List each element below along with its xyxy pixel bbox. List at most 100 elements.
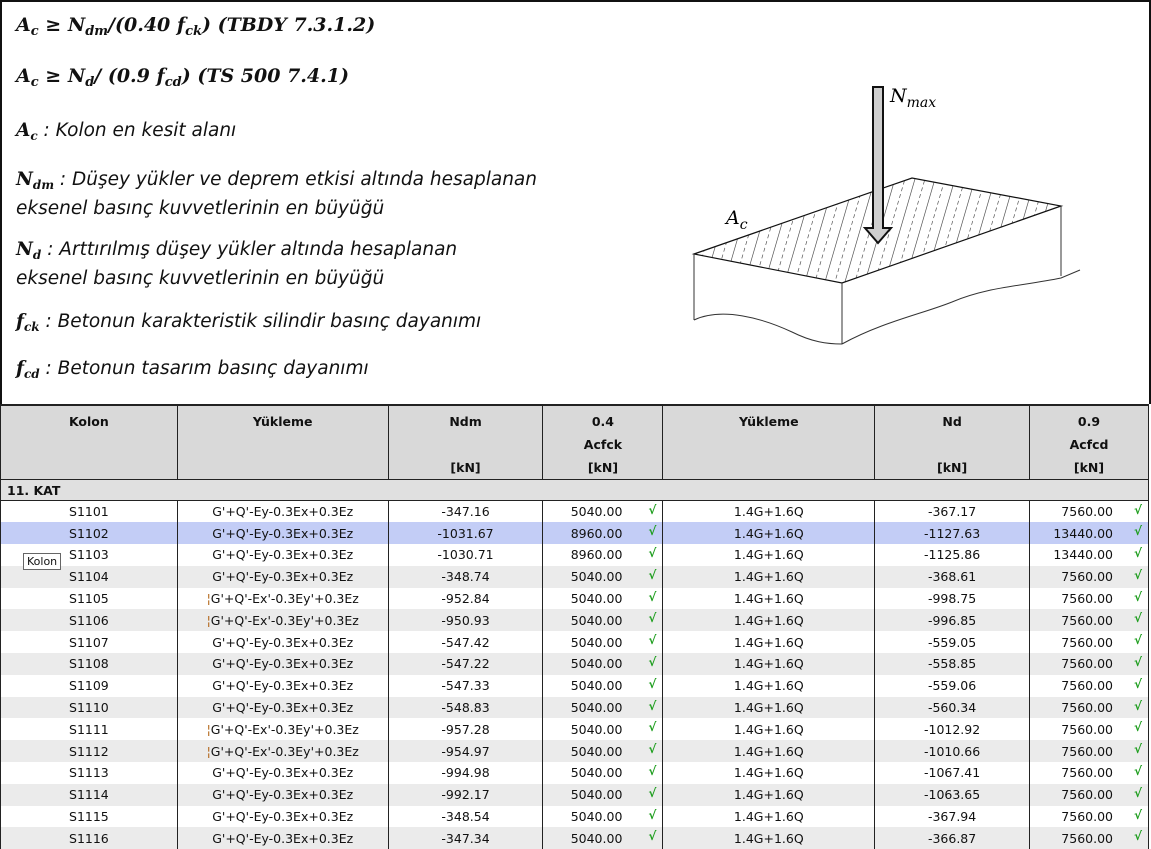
cell: -347.34 <box>387 827 544 849</box>
capacity-value: 7560.00 <box>1061 678 1113 694</box>
cell-text: G'+Q'-Ex'-0.3Ey'+0.3Ez <box>210 721 359 737</box>
cell: 5040.00 √ <box>542 740 664 763</box>
cell: 13440.00 √ <box>1029 522 1149 545</box>
column-header-line: Acfck <box>583 437 623 452</box>
table-row[interactable]: S1111 ¦G'+Q'-Ex'-0.3Ey'+0.3Ez -957.28 5040.… <box>0 718 1149 741</box>
cell-text: 1.4G+1.6Q <box>733 809 804 825</box>
cell: 5040.00 √ <box>542 500 664 523</box>
capacity-value: 7560.00 <box>1061 591 1113 607</box>
column-header[interactable]: Ndm [kN] <box>387 404 544 480</box>
cell: 7560.00 √ <box>1029 696 1149 719</box>
column-header[interactable]: Yükleme <box>662 404 876 480</box>
cell: 1.4G+1.6Q <box>662 653 876 675</box>
hatch-line <box>1062 172 1097 292</box>
column-header[interactable]: Yükleme <box>176 404 389 480</box>
table-row[interactable]: S1108 G'+Q'-Ey-0.3Ex+0.3Ez -547.22 5040.00 √… <box>0 653 1149 675</box>
check-icon: √ <box>1133 698 1142 713</box>
cell-text: -368.61 <box>927 569 977 585</box>
cell: 5040.00 √ <box>542 587 664 610</box>
cell-text: -1012.92 <box>923 721 981 737</box>
table-row[interactable]: S1109 G'+Q'-Ey-0.3Ex+0.3Ez -547.33 5040.00 √… <box>0 674 1149 697</box>
hatch-line <box>941 178 978 283</box>
cell-text: -954.97 <box>441 743 490 759</box>
table-row[interactable]: S1104 G'+Q'-Ey-0.3Ex+0.3Ez -348.74 5040.00 √… <box>0 565 1149 588</box>
hatch-line <box>1011 178 1048 283</box>
cell: 1.4G+1.6Q <box>662 587 876 610</box>
cell: ¦G'+Q'-Ex'-0.3Ey'+0.3Ez <box>176 740 389 763</box>
cell: 5040.00 √ <box>542 565 664 588</box>
formula-panel: Ac ≥ Ndm/(0.40 fck) (TBDY 7.3.1.2) Ac ≥ N… <box>0 0 1151 404</box>
cell: -1031.67 <box>387 522 544 545</box>
check-icon: √ <box>648 633 657 648</box>
column-header[interactable]: Kolon <box>0 404 178 480</box>
cell-text: 1.4G+1.6Q <box>733 591 804 607</box>
cell: 1.4G+1.6Q <box>662 544 876 566</box>
cell: 5040.00 √ <box>542 653 664 675</box>
check-icon: √ <box>648 764 657 779</box>
capacity-value: 5040.00 <box>570 743 623 759</box>
cell-text: -348.54 <box>441 809 490 825</box>
cell: -367.94 <box>874 805 1031 828</box>
capacity-value: 5040.00 <box>570 765 623 781</box>
hatch-line <box>821 178 858 283</box>
break-line-left <box>693 313 843 345</box>
table-row[interactable]: S1107 G'+Q'-Ey-0.3Ex+0.3Ez -547.42 5040.00 √… <box>0 631 1149 654</box>
column-header-line: Nd <box>942 414 962 429</box>
table-row[interactable]: S1110 G'+Q'-Ey-0.3Ex+0.3Ez -548.83 5040.00 √… <box>0 696 1149 719</box>
cell: -367.17 <box>874 500 1031 523</box>
cell-text: -367.17 <box>927 504 977 520</box>
cell: 1.4G+1.6Q <box>662 674 876 697</box>
table-row[interactable]: S1106 ¦G'+Q'-Ex'-0.3Ey'+0.3Ez -950.93 5040.… <box>0 609 1149 632</box>
table-row[interactable]: S1113 G'+Q'-Ey-0.3Ex+0.3Ez -994.98 5040.00 √… <box>0 762 1149 784</box>
column-header[interactable]: 0.4 Acfck [kN] <box>542 404 664 480</box>
check-icon: √ <box>1133 785 1142 800</box>
capacity-value: 7560.00 <box>1061 612 1113 628</box>
cell: -1010.66 <box>874 740 1031 763</box>
column-check-table: Kolon Yükleme Ndm [kN] 0.4 Acfck [kN] Yükleme Nd… <box>0 404 1149 849</box>
check-icon: √ <box>1133 764 1142 779</box>
cell: 7560.00 √ <box>1029 674 1149 697</box>
cell: -368.61 <box>874 565 1031 588</box>
cell: -992.17 <box>387 783 544 806</box>
cell: -559.06 <box>874 674 1031 697</box>
hatch-line <box>771 178 808 283</box>
cell: G'+Q'-Ey-0.3Ex+0.3Ez <box>176 696 389 719</box>
cell-text: -998.75 <box>927 591 977 607</box>
hatch-line <box>901 178 938 283</box>
capacity-value: 7560.00 <box>1061 765 1113 781</box>
table-row[interactable]: S1103 G'+Q'-Ey-0.3Ex+0.3Ez -1030.71 8960.00… <box>0 544 1149 566</box>
cell-text: S1109 <box>69 678 109 694</box>
table-row[interactable]: S1115 G'+Q'-Ey-0.3Ex+0.3Ez -348.54 5040.00 √… <box>0 805 1149 828</box>
cell: S1102 <box>0 522 178 545</box>
capacity-value: 7560.00 <box>1061 504 1113 520</box>
cell-text: S1105 <box>69 591 109 607</box>
cell: -950.93 <box>387 609 544 632</box>
table-row[interactable]: S1112 ¦G'+Q'-Ex'-0.3Ey'+0.3Ez -954.97 5040.… <box>0 740 1149 763</box>
table-row[interactable]: S1101 G'+Q'-Ey-0.3Ex+0.3Ez -347.16 5040.00 √… <box>0 500 1149 523</box>
cell-text: -548.83 <box>441 700 490 716</box>
capacity-value: 5040.00 <box>570 830 623 846</box>
cell: 5040.00 √ <box>542 783 664 806</box>
cell: 1.4G+1.6Q <box>662 696 876 719</box>
cell: -560.34 <box>874 696 1031 719</box>
group-row[interactable]: 11. KAT <box>0 479 1149 501</box>
column-header-line: 0.4 <box>591 414 614 429</box>
table-row[interactable]: S1116 G'+Q'-Ey-0.3Ex+0.3Ez -347.34 5040.00 √… <box>0 827 1149 849</box>
cell-text: 1.4G+1.6Q <box>733 612 804 628</box>
column-header[interactable]: 0.9 Acfcd [kN] <box>1029 404 1149 480</box>
cell: -547.42 <box>387 631 544 654</box>
cell-text: G'+Q'-Ey-0.3Ex+0.3Ez <box>212 634 354 650</box>
cell-text: S1108 <box>69 656 109 672</box>
cell: 7560.00 √ <box>1029 631 1149 654</box>
check-icon: √ <box>648 720 657 735</box>
cell: 5040.00 √ <box>542 609 664 632</box>
table-row[interactable]: S1105 ¦G'+Q'-Ex'-0.3Ey'+0.3Ez -952.84 5040.… <box>0 587 1149 610</box>
capacity-value: 5040.00 <box>570 591 623 607</box>
cell-text: -950.93 <box>441 612 490 628</box>
table-row[interactable]: S1114 G'+Q'-Ey-0.3Ex+0.3Ez -992.17 5040.00 √… <box>0 783 1149 806</box>
table-row[interactable]: S1102 G'+Q'-Ey-0.3Ex+0.3Ez -1031.67 8960.00… <box>0 522 1149 545</box>
cell: S1111 <box>0 718 178 741</box>
hatch-line <box>1021 178 1058 283</box>
cell: 5040.00 √ <box>542 805 664 828</box>
column-header[interactable]: Nd [kN] <box>874 404 1031 480</box>
